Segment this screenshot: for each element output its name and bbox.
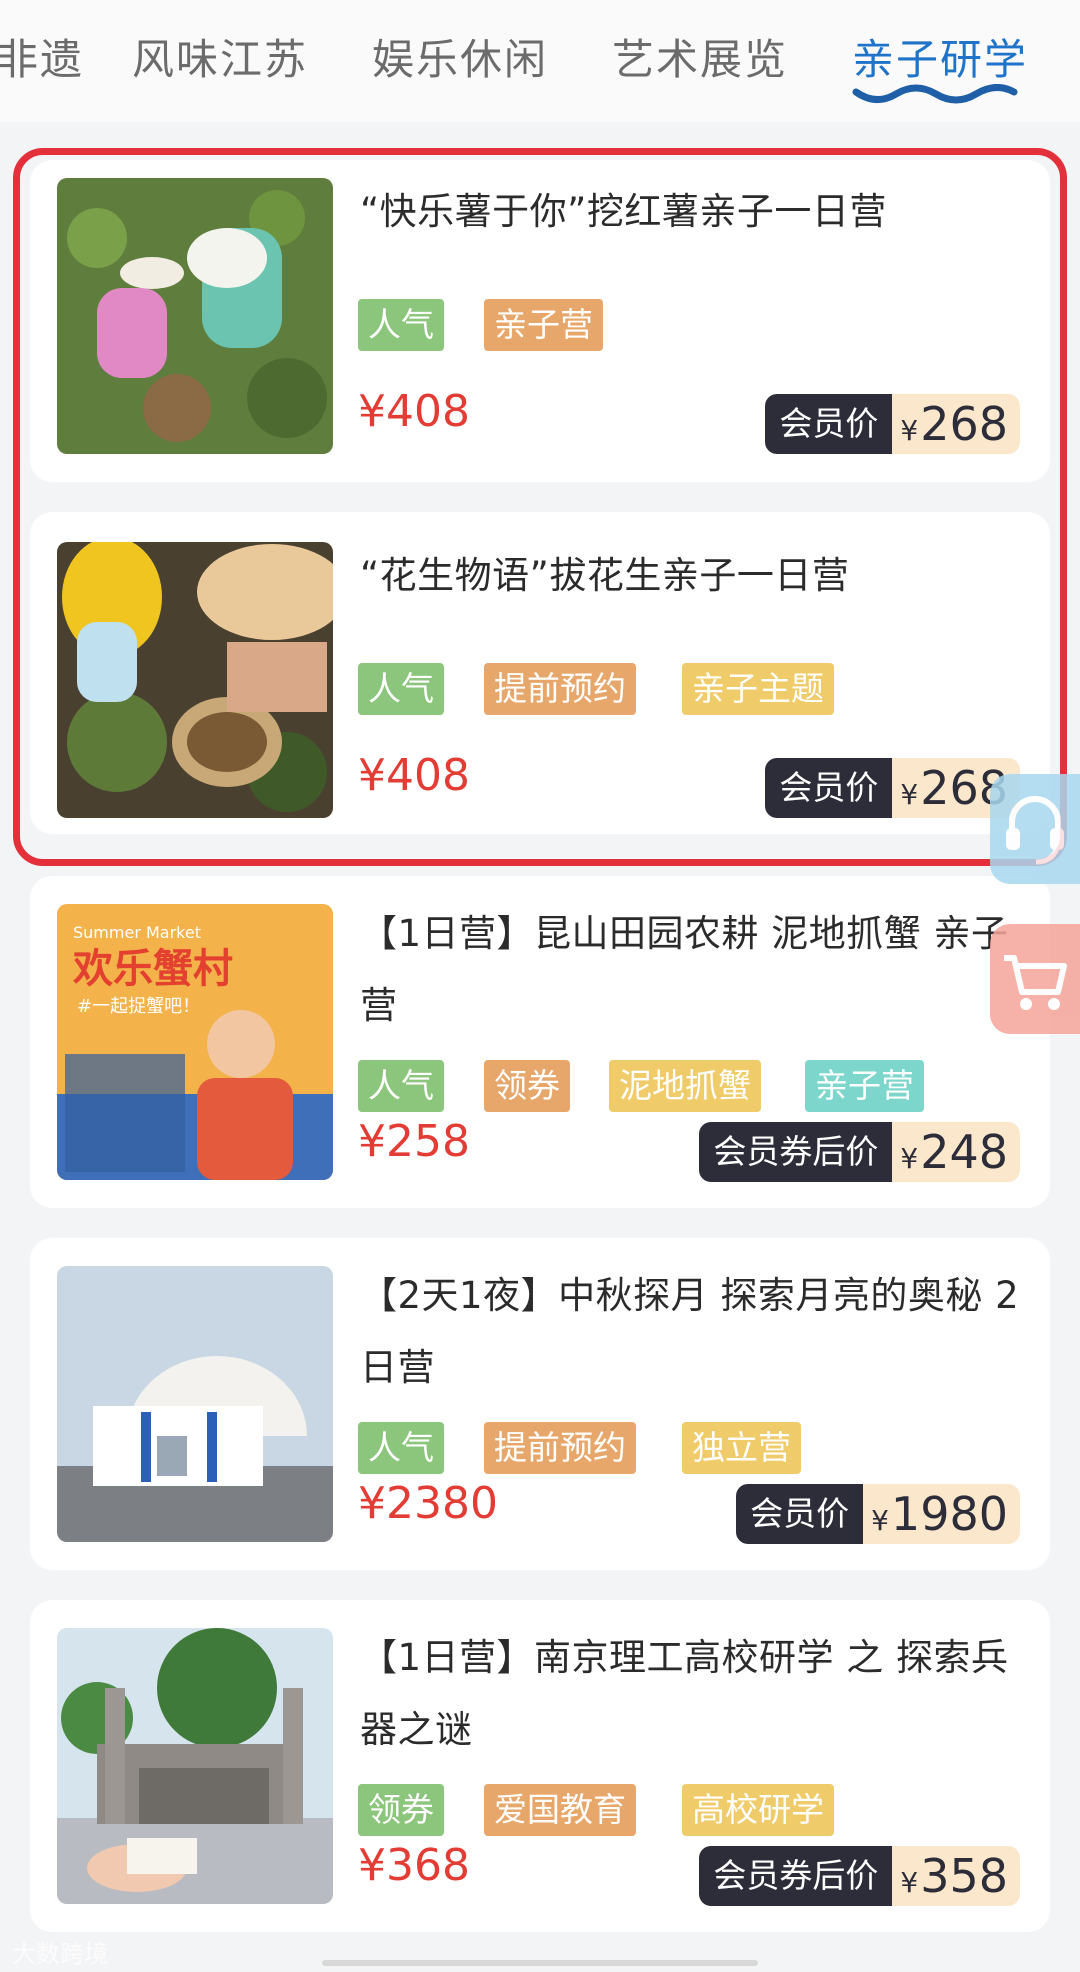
tab-art-exhibition[interactable]: 艺术展览 xyxy=(612,26,788,87)
member-price-badge: 会员券后价 ¥358 xyxy=(699,1846,1020,1906)
member-price-value: ¥358 xyxy=(892,1846,1020,1906)
member-price-badge: 会员价 ¥1980 xyxy=(736,1484,1020,1544)
shopping-cart-button[interactable] xyxy=(990,924,1080,1034)
tag-badge: 亲子营 xyxy=(805,1060,924,1112)
product-image: Summer Market 欢乐蟹村 #一起捉蟹吧！ xyxy=(57,904,333,1180)
svg-text:#一起捉蟹吧！: #一起捉蟹吧！ xyxy=(77,996,200,1017)
tag-badge: 领券 xyxy=(358,1784,444,1836)
product-title: 【1日营】南京理工高校研学 之 探索兵器之谜 xyxy=(360,1636,1009,1751)
original-price: ¥2380 xyxy=(358,1478,498,1529)
member-price-badge: 会员券后价 ¥248 xyxy=(699,1122,1020,1182)
tag-badge: 人气 xyxy=(358,1060,444,1112)
tab-jiangsu-flavor[interactable]: 风味江苏 xyxy=(132,26,308,87)
tag-badge: 人气 xyxy=(358,1422,444,1474)
active-tab-indicator xyxy=(852,84,1018,104)
category-tab-bar: 非遗 风味江苏 娱乐休闲 艺术展览 亲子研学 xyxy=(0,0,1080,122)
product-card[interactable]: Summer Market 欢乐蟹村 #一起捉蟹吧！ 【1日营】昆山田园农耕 泥… xyxy=(30,876,1050,1208)
tag-badge: 泥地抓蟹 xyxy=(609,1060,761,1112)
member-price-label: 会员券后价 xyxy=(699,1122,893,1182)
original-price: ¥258 xyxy=(358,1116,470,1167)
product-title: 【2天1夜】中秋探月 探索月亮的奥秘 2日营 xyxy=(360,1274,1020,1389)
tab-parent-child-study[interactable]: 亲子研学 xyxy=(852,26,1028,87)
product-card[interactable]: 【2天1夜】中秋探月 探索月亮的奥秘 2日营 人气 提前预约 独立营 ¥2380… xyxy=(30,1238,1050,1570)
product-image xyxy=(57,1266,333,1542)
watermark-text: 大数跨境 xyxy=(12,1940,108,1968)
customer-service-button[interactable] xyxy=(990,774,1080,884)
member-price-value: ¥1980 xyxy=(863,1484,1020,1544)
home-indicator xyxy=(322,1960,758,1966)
tag-badge: 爱国教育 xyxy=(484,1784,636,1836)
product-title: 【1日营】昆山田园农耕 泥地抓蟹 亲子营 xyxy=(360,912,1009,1027)
product-card[interactable]: 【1日营】南京理工高校研学 之 探索兵器之谜 领券 爱国教育 高校研学 ¥368… xyxy=(30,1600,1050,1932)
member-price-label: 会员券后价 xyxy=(699,1846,893,1906)
tab-entertainment[interactable]: 娱乐休闲 xyxy=(372,26,548,87)
headset-icon xyxy=(1006,796,1064,865)
product-image xyxy=(57,1628,333,1904)
cart-icon xyxy=(1004,955,1067,1010)
highlight-frame xyxy=(13,148,1067,866)
svg-text:Summer Market: Summer Market xyxy=(73,923,201,942)
tab-intangible-heritage[interactable]: 非遗 xyxy=(0,26,84,87)
member-price-label: 会员价 xyxy=(736,1484,864,1544)
original-price: ¥368 xyxy=(358,1840,470,1891)
tag-badge: 独立营 xyxy=(682,1422,801,1474)
tag-badge: 高校研学 xyxy=(682,1784,834,1836)
tag-badge: 提前预约 xyxy=(484,1422,636,1474)
tag-badge: 领券 xyxy=(484,1060,570,1112)
svg-text:欢乐蟹村: 欢乐蟹村 xyxy=(72,946,233,992)
member-price-value: ¥248 xyxy=(892,1122,1020,1182)
